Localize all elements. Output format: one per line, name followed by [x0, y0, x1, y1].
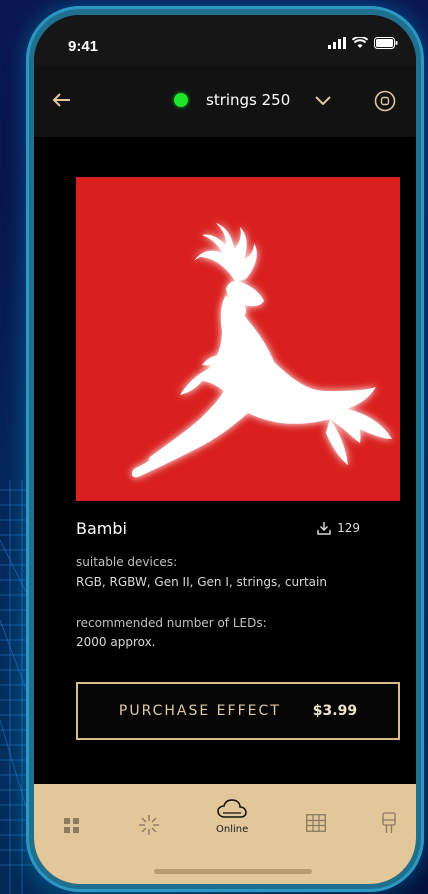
tab-layout[interactable]: [306, 814, 326, 832]
bottom-tab-bar: Online: [34, 784, 416, 884]
tab-effects[interactable]: [138, 814, 160, 836]
tab-device[interactable]: [382, 812, 396, 834]
home-indicator: [154, 869, 312, 874]
download-count: 129: [317, 521, 360, 535]
power-circle-icon: [374, 90, 396, 112]
effect-title: Bambi: [76, 519, 127, 538]
status-icons: [328, 37, 398, 49]
online-status-dot: [174, 93, 188, 107]
suitable-devices-value: RGB, RGBW, Gen II, Gen I, strings, curta…: [76, 575, 327, 589]
device-selector[interactable]: strings 250: [174, 85, 334, 115]
sparkle-icon: [139, 815, 159, 835]
cloud-icon: [217, 799, 247, 818]
top-navigation: strings 250: [34, 65, 416, 137]
purchase-price: $3.99: [312, 703, 358, 719]
tab-online-label: Online: [216, 824, 249, 835]
recommended-leds-label: recommended number of LEDs:: [76, 616, 267, 630]
status-time: 9:41: [68, 38, 99, 55]
purchase-effect-button[interactable]: PURCHASE EFFECT $3.99: [76, 682, 400, 740]
grid-icon: [64, 818, 79, 833]
effect-preview-image: [76, 177, 400, 501]
app-screen: 9:41 strings 250 Bambi 129 suitable devi…: [34, 15, 416, 884]
leaping-deer-icon: [131, 223, 392, 478]
phone-frame: 9:41 strings 250 Bambi 129 suitable devi…: [26, 6, 424, 892]
download-icon: [317, 522, 331, 535]
download-count-value: 129: [337, 521, 360, 535]
battery-icon: [374, 37, 398, 49]
back-button[interactable]: [48, 87, 78, 113]
arrow-left-icon: [52, 93, 70, 107]
suitable-devices-label: suitable devices:: [76, 555, 178, 569]
tab-online[interactable]: Online: [216, 798, 248, 835]
wifi-icon: [352, 37, 368, 48]
status-bar: 9:41: [34, 15, 416, 65]
device-icon: [382, 812, 396, 833]
recommended-leds-value: 2000 approx.: [76, 635, 156, 649]
layout-grid-icon: [306, 814, 326, 832]
signal-icon: [328, 37, 346, 49]
chevron-down-icon: [315, 96, 331, 106]
device-name: strings 250: [206, 91, 291, 109]
device-power-button[interactable]: [374, 90, 396, 112]
tab-home[interactable]: [64, 818, 80, 834]
purchase-label: PURCHASE EFFECT: [118, 703, 281, 719]
